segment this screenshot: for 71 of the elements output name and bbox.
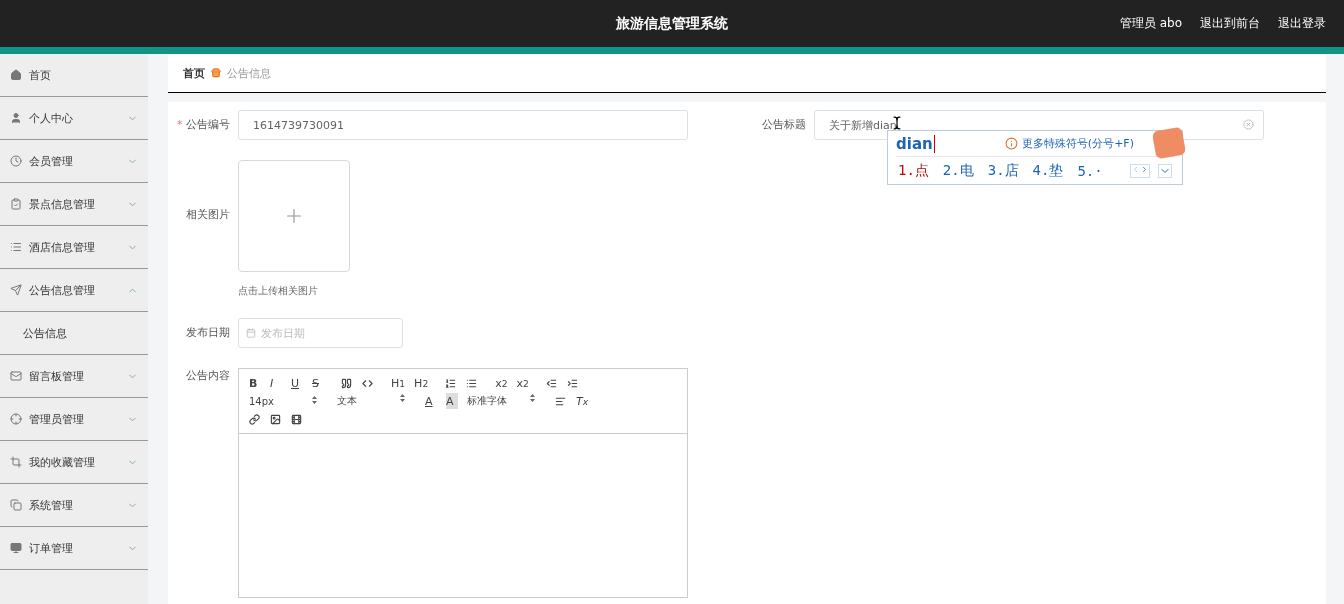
send-icon: [10, 284, 22, 296]
crosshair-icon: [10, 413, 22, 425]
sidebar-item[interactable]: 首页: [0, 54, 148, 97]
ime-candidate[interactable]: 4.垫: [1032, 161, 1064, 180]
shop-icon: [211, 68, 221, 78]
format-button[interactable]: U: [291, 375, 303, 391]
date-field[interactable]: 发布日期: [238, 318, 403, 348]
sidebar-subitem[interactable]: 公告信息: [0, 312, 148, 355]
sidebar-item[interactable]: 我的收藏管理: [0, 441, 148, 484]
ime-candidate[interactable]: 3.店: [987, 161, 1019, 180]
list-icon: [10, 241, 22, 253]
header-link[interactable]: 管理员 abo: [1119, 15, 1182, 32]
select-arrows-icon: [530, 394, 535, 402]
home-icon: [10, 69, 22, 81]
clipboard-icon: [10, 198, 22, 210]
ime-candidate[interactable]: 5.·: [1077, 162, 1103, 179]
format-button[interactable]: B: [249, 375, 261, 391]
calendar-icon: [246, 328, 256, 338]
app-title: 旅游信息管理系统: [616, 14, 728, 33]
user-icon: [10, 112, 22, 124]
required-mark: *: [177, 118, 184, 131]
header-link[interactable]: 退出登录: [1278, 15, 1326, 32]
sidebar-item[interactable]: 个人中心: [0, 97, 148, 140]
sidebar-label: 酒店信息管理: [29, 239, 96, 255]
select-arrows-icon: [400, 394, 405, 402]
breadcrumb-current: 公告信息: [227, 65, 271, 81]
sidebar-item[interactable]: 系统管理: [0, 484, 148, 527]
sidebar-item[interactable]: 景点信息管理: [0, 183, 148, 226]
select-arrows-icon: [312, 395, 317, 404]
header-link[interactable]: 退出到前台: [1200, 15, 1260, 32]
editor-select[interactable]: 文本: [337, 394, 417, 408]
clock-icon: [10, 155, 22, 167]
sidebar-item[interactable]: 管理员管理: [0, 398, 148, 441]
link-button[interactable]: [249, 411, 261, 427]
sidebar-label: 公告信息管理: [29, 282, 96, 298]
sidebar-label: 留言板管理: [29, 368, 85, 384]
sidebar-item[interactable]: 订单管理: [0, 527, 148, 570]
format-button[interactable]: A: [446, 393, 458, 409]
field-label: * 公告编号: [176, 117, 231, 133]
input-field[interactable]: 1614739730091: [238, 110, 688, 140]
info-icon: [1004, 137, 1018, 150]
sidebar-item[interactable]: 酒店信息管理: [0, 226, 148, 269]
format-button[interactable]: I: [270, 375, 282, 391]
mail-icon: [10, 370, 22, 382]
sidebar-label: 我的收藏管理: [29, 454, 96, 470]
ime-candidate[interactable]: 2.电: [942, 161, 974, 180]
field-label: 公告内容: [185, 368, 231, 384]
format-button[interactable]: A: [425, 393, 437, 409]
ime-candidate[interactable]: 1.点: [898, 161, 929, 180]
field-label: 发布日期: [185, 325, 231, 341]
editor-select[interactable]: 标准字体: [467, 394, 547, 408]
next-icon[interactable]: [1140, 164, 1149, 174]
monitor-icon: [10, 542, 22, 554]
sidebar-label: 订单管理: [29, 540, 74, 556]
sidebar-label: 个人中心: [29, 110, 74, 126]
field-label: 公告标题: [761, 117, 807, 133]
crop-icon: [10, 456, 22, 468]
field-label: 相关图片: [185, 207, 231, 223]
sidebar-label: 首页: [29, 67, 52, 83]
sidebar-label: 管理员管理: [29, 411, 85, 427]
sidebar-item[interactable]: 会员管理: [0, 140, 148, 183]
sidebar-item[interactable]: 公告信息管理: [0, 269, 148, 312]
upload-hint: 点击上传相关图片: [238, 284, 319, 298]
breadcrumb-link[interactable]: 首页: [183, 65, 205, 81]
format-button[interactable]: S: [312, 375, 324, 391]
editor-select[interactable]: 14px: [249, 395, 329, 407]
copy-icon: [10, 499, 22, 511]
sidebar-label: 会员管理: [29, 153, 74, 169]
sidebar-label: 景点信息管理: [29, 196, 96, 212]
sidebar-item[interactable]: 留言板管理: [0, 355, 148, 398]
sidebar-label: 系统管理: [29, 497, 74, 513]
